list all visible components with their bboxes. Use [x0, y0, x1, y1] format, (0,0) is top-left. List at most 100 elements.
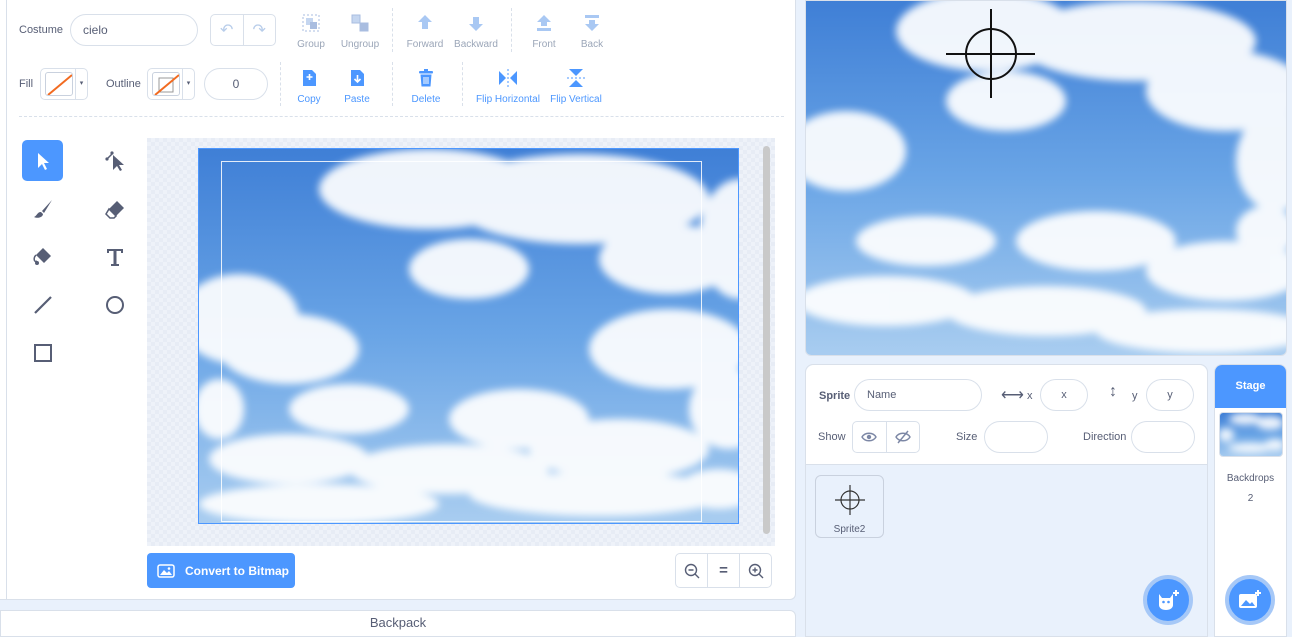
separator — [462, 62, 463, 106]
backward-label: Backward — [454, 39, 498, 50]
visibility-toggle — [852, 421, 920, 453]
flip-vertical-button[interactable]: Flip Vertical — [548, 67, 604, 105]
divider — [19, 116, 784, 117]
outline-width-input[interactable]: 0 — [204, 68, 268, 100]
undo-icon: ↶ — [220, 22, 234, 39]
flip-vertical-icon — [565, 67, 587, 89]
front-label: Front — [532, 39, 556, 50]
sprite-thumbnail — [834, 485, 865, 515]
chevron-down-icon: ▾ — [75, 69, 87, 99]
sprite-info: Sprite Name ⟷ x x ↕ y y Show Size Direct… — [806, 365, 1207, 465]
backdrops-count: 2 — [1247, 493, 1254, 504]
brush-tool[interactable] — [22, 188, 63, 229]
zoom-reset-button[interactable]: = — [708, 554, 740, 587]
direction-label: Direction — [1083, 431, 1127, 443]
paste-button[interactable]: Paste — [340, 67, 374, 105]
paint-bucket-icon — [32, 247, 51, 265]
zoom-in-icon — [748, 563, 763, 578]
backdrops-label: Backdrops — [1226, 473, 1275, 484]
show-label: Show — [818, 431, 846, 443]
show-button[interactable] — [853, 422, 887, 452]
group-label: Group — [297, 39, 325, 50]
direction-input[interactable] — [1131, 421, 1195, 453]
forward-label: Forward — [406, 39, 444, 50]
convert-to-bitmap-button[interactable]: Convert to Bitmap — [147, 553, 295, 588]
stage-canvas[interactable] — [805, 0, 1287, 356]
sprite-name-input[interactable]: Name — [854, 379, 982, 411]
x-input[interactable]: x — [1040, 379, 1088, 411]
backpack-bar[interactable]: Backpack — [0, 610, 796, 637]
line-tool[interactable] — [22, 284, 63, 325]
sprite-tile[interactable]: Sprite2 — [815, 475, 884, 538]
rectangle-tool[interactable] — [22, 332, 63, 373]
size-input[interactable] — [984, 421, 1048, 453]
outline-color-picker[interactable]: ▾ — [147, 68, 195, 100]
select-tool[interactable] — [22, 140, 63, 181]
zoom-out-icon — [684, 563, 699, 578]
paint-canvas[interactable] — [147, 138, 775, 546]
rectangle-icon — [33, 343, 52, 362]
front-icon — [533, 12, 555, 34]
flip-horizontal-button[interactable]: Flip Horizontal — [474, 67, 542, 105]
divider — [6, 0, 7, 600]
hide-button[interactable] — [887, 422, 920, 452]
back-label: Back — [580, 39, 604, 50]
chevron-down-icon: ▾ — [182, 69, 194, 99]
text-icon — [106, 248, 123, 266]
image-icon — [157, 563, 175, 578]
sprite-pane: Sprite Name ⟷ x x ↕ y y Show Size Direct… — [805, 364, 1208, 637]
back-button[interactable]: Back — [576, 12, 608, 50]
reshape-tool[interactable] — [94, 140, 135, 181]
separator — [280, 62, 281, 106]
add-backdrop-button[interactable] — [1225, 575, 1275, 625]
ungroup-button[interactable]: Ungroup — [338, 12, 382, 50]
copy-button[interactable]: Copy — [294, 67, 324, 105]
fill-tool[interactable] — [22, 236, 63, 277]
fill-label: Fill — [19, 78, 34, 90]
flip-vertical-label: Flip Vertical — [550, 94, 602, 105]
redo-button[interactable]: ↷ — [244, 15, 276, 45]
add-sprite-button[interactable] — [1143, 575, 1193, 625]
eraser-tool[interactable] — [94, 188, 135, 229]
y-input[interactable]: y — [1146, 379, 1194, 411]
convert-label: Convert to Bitmap — [185, 563, 290, 578]
separator — [392, 62, 393, 106]
delete-label: Delete — [411, 94, 441, 105]
forward-icon — [414, 12, 436, 34]
text-tool[interactable] — [94, 236, 135, 277]
copy-label: Copy — [297, 94, 321, 105]
zoom-reset-label: = — [719, 562, 728, 579]
size-label: Size — [956, 431, 978, 443]
paint-editor: Costume cielo ↶ ↷ Group Ungroup Forward … — [0, 0, 796, 600]
fill-color-picker[interactable]: ▾ — [40, 68, 88, 100]
zoom-in-button[interactable] — [740, 554, 771, 587]
x-position-icon: ⟷ — [1001, 387, 1024, 404]
sprite-name: Sprite2 — [833, 524, 866, 535]
sprite-label: Sprite — [819, 390, 851, 402]
delete-button[interactable]: Delete — [408, 67, 444, 105]
brush-icon — [33, 199, 52, 218]
group-button[interactable]: Group — [296, 12, 326, 50]
add-backdrop-icon — [1239, 590, 1261, 608]
paste-label: Paste — [344, 94, 370, 105]
line-icon — [33, 295, 52, 314]
undo-button[interactable]: ↶ — [211, 15, 244, 45]
reshape-icon — [104, 150, 124, 171]
canvas-bounds — [221, 161, 702, 522]
zoom-out-button[interactable] — [676, 554, 708, 587]
stage-thumbnail — [1219, 412, 1283, 457]
trash-icon — [415, 67, 437, 89]
ungroup-label: Ungroup — [340, 39, 380, 50]
backward-button[interactable]: Backward — [452, 12, 500, 50]
forward-button[interactable]: Forward — [404, 12, 446, 50]
separator — [511, 8, 512, 52]
costume-name-input[interactable]: cielo — [70, 14, 198, 46]
front-button[interactable]: Front — [528, 12, 560, 50]
eraser-icon — [104, 200, 124, 219]
cat-add-icon — [1159, 590, 1179, 610]
circle-icon — [105, 295, 124, 314]
stage-selector[interactable]: Stage Backdrops 2 — [1214, 364, 1287, 637]
circle-tool[interactable] — [94, 284, 135, 325]
canvas-scrollbar[interactable] — [763, 146, 770, 534]
outline-label: Outline — [106, 78, 141, 90]
